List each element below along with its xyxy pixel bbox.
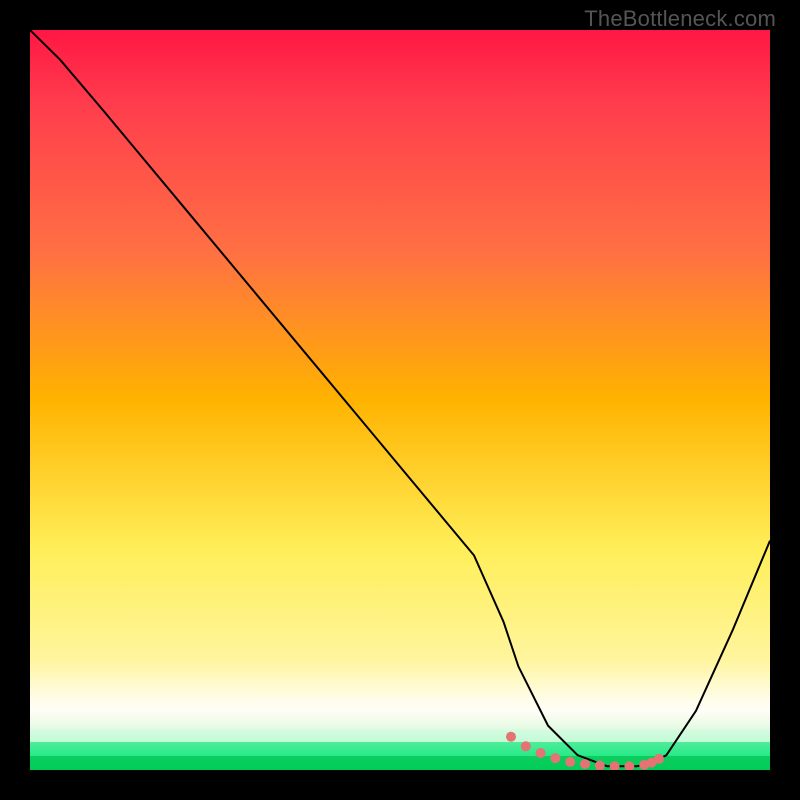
- pale-band-2: [30, 716, 770, 730]
- pale-band-1: [30, 702, 770, 716]
- watermark-text: TheBottleneck.com: [584, 6, 776, 32]
- gradient-background: [30, 30, 770, 770]
- green-band-lite: [30, 730, 770, 742]
- bottleneck-curve-chart: [30, 30, 770, 770]
- chart-frame: TheBottleneck.com: [0, 0, 800, 800]
- plot-area: [30, 30, 770, 770]
